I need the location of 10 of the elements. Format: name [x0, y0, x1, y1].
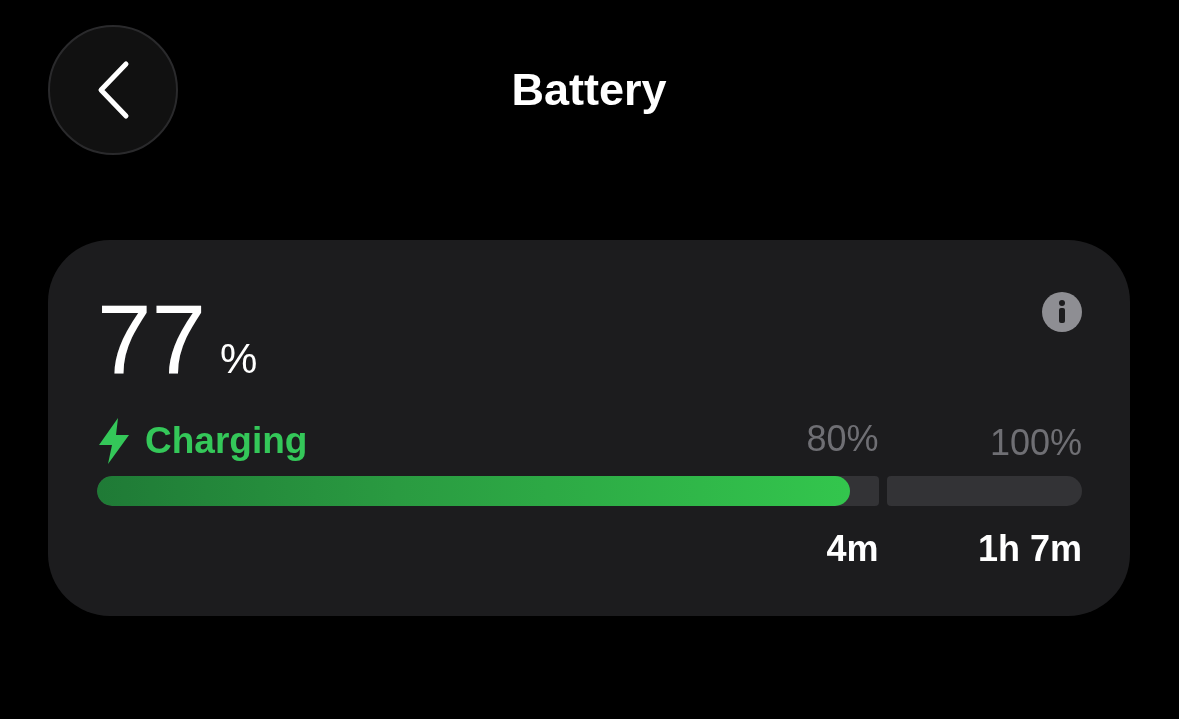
time-estimate: 4m [826, 528, 879, 570]
back-icon [96, 60, 130, 120]
threshold-label: 80% [806, 418, 879, 460]
time-estimate: 1h 7m [977, 528, 1082, 570]
charging-status: Charging [145, 420, 308, 462]
percent-unit: % [220, 335, 258, 383]
info-icon[interactable] [1042, 292, 1082, 332]
battery-percentage: 77 [97, 290, 206, 388]
threshold-label: 100% [989, 422, 1082, 464]
page-title: Battery [510, 64, 668, 116]
